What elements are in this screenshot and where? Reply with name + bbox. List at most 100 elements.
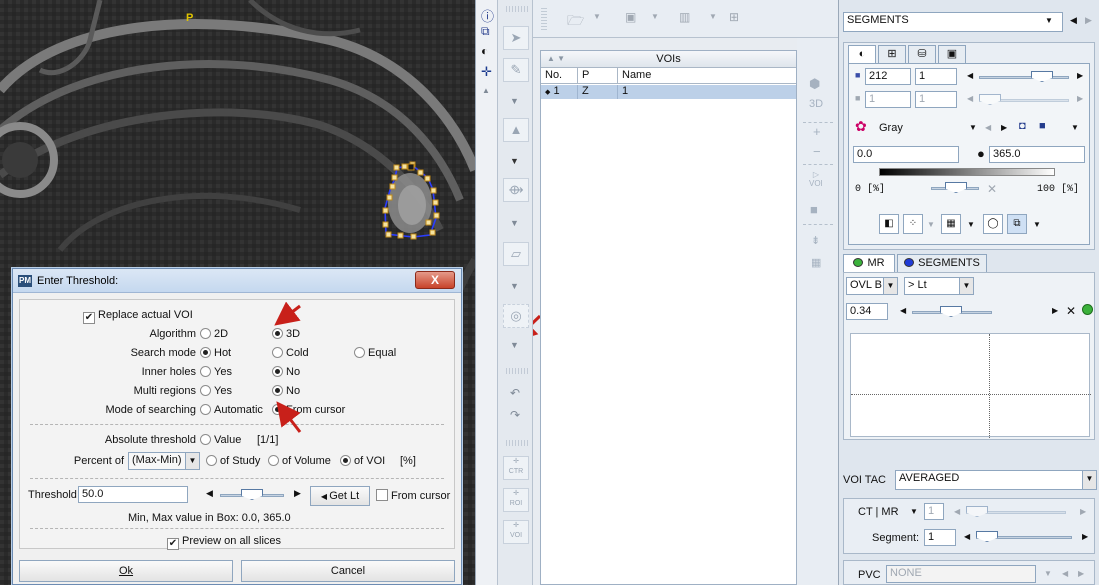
slider-right-arrow-icon[interactable]: ▶ bbox=[1082, 532, 1088, 541]
chevron-down-icon[interactable]: ▼ bbox=[510, 218, 519, 228]
chevron-down-icon[interactable]: ▼ bbox=[1033, 220, 1041, 229]
chevron-down-icon[interactable]: ▼ bbox=[593, 12, 601, 21]
chevron-down-icon[interactable]: ▼ bbox=[510, 340, 519, 350]
colormap-edit-icon[interactable]: ◘ bbox=[1019, 120, 1026, 132]
iso-contour-icon[interactable]: ◎ bbox=[503, 304, 529, 328]
ctmr-input[interactable]: 1 bbox=[924, 503, 944, 520]
tab-segments[interactable]: SEGMENTS bbox=[897, 254, 987, 272]
collapse-icon[interactable]: ▲ bbox=[482, 86, 490, 95]
slider-left-arrow-icon[interactable]: ◀ bbox=[967, 94, 973, 103]
slider-thumb[interactable] bbox=[1031, 71, 1053, 82]
chevron-down-icon[interactable]: ▼ bbox=[709, 12, 717, 21]
next-arrow-icon[interactable]: ▶ bbox=[1001, 123, 1007, 132]
undo-icon[interactable]: ↶ bbox=[510, 386, 520, 400]
window-step-input[interactable]: 1 bbox=[915, 68, 957, 85]
next-arrow-icon[interactable]: ▶ bbox=[1078, 569, 1084, 578]
export-icon[interactable]: ⊞ bbox=[729, 10, 739, 24]
ovl-combo[interactable]: OVL B ▼ bbox=[846, 277, 898, 295]
window-slider[interactable] bbox=[979, 71, 1069, 83]
slider-left-arrow-icon[interactable]: ◀ bbox=[954, 507, 960, 516]
ctmr-label[interactable]: CT | MR bbox=[858, 506, 899, 518]
voi-shape-icon[interactable]: ⬢ bbox=[809, 76, 820, 92]
copy-icon[interactable]: ⧉ bbox=[1007, 214, 1027, 234]
window-value-input[interactable]: 212 bbox=[865, 68, 911, 85]
redo-icon[interactable]: ↷ bbox=[510, 408, 520, 422]
chevron-down-icon[interactable]: ▼ bbox=[927, 220, 935, 229]
ctmr-slider[interactable] bbox=[966, 506, 1066, 518]
chevron-down-icon[interactable]: ▼ bbox=[510, 156, 519, 166]
tab-contrast[interactable]: ◐ bbox=[848, 45, 876, 63]
tac-plot-area[interactable] bbox=[850, 333, 1091, 438]
segment-input[interactable]: 1 bbox=[924, 529, 956, 546]
chevron-down-icon[interactable]: ▼ bbox=[1071, 123, 1079, 132]
crosshair-icon[interactable]: ✛ bbox=[481, 64, 492, 80]
slider-right-arrow-icon[interactable]: ▶ bbox=[1077, 71, 1083, 80]
open-folder-icon[interactable]: 🗁 bbox=[567, 10, 584, 34]
box-icon[interactable]: ▱ bbox=[503, 242, 529, 266]
min-value-input[interactable]: 0.0 bbox=[853, 146, 959, 163]
grip-handle[interactable] bbox=[506, 368, 528, 374]
tab-save[interactable]: ▣ bbox=[938, 45, 966, 63]
level-step-input[interactable]: 1 bbox=[915, 91, 957, 108]
move-icon[interactable]: ⇟ bbox=[811, 234, 820, 247]
slider-right-arrow-icon[interactable]: ▶ bbox=[1077, 94, 1083, 103]
center-roi-icon[interactable]: ✛ ROI bbox=[503, 488, 529, 512]
range-slider[interactable] bbox=[931, 182, 979, 194]
table-row[interactable]: ◆ 1 Z 1 bbox=[541, 85, 796, 99]
slider-left-arrow-icon[interactable]: ◀ bbox=[900, 306, 906, 315]
lt-combo[interactable]: > Lt ▼ bbox=[904, 277, 974, 295]
chevron-down-icon[interactable]: ▼ bbox=[510, 96, 519, 106]
column-header-no[interactable]: No. bbox=[541, 68, 578, 84]
ovl-slider[interactable] bbox=[912, 306, 992, 318]
grip-handle[interactable] bbox=[541, 8, 547, 30]
column-header-name[interactable]: Name bbox=[618, 68, 798, 84]
colormap-save-icon[interactable]: ■ bbox=[1039, 120, 1046, 132]
slider-right-arrow-icon[interactable]: ▶ bbox=[1052, 306, 1058, 315]
ovl-value-input[interactable]: 0.34 bbox=[846, 303, 888, 320]
fill-icon[interactable]: ▲ bbox=[503, 118, 529, 142]
pin-icon[interactable]: ● bbox=[977, 146, 985, 161]
sort-icons[interactable]: ▲ ▼ bbox=[547, 51, 565, 67]
segments-combo[interactable]: SEGMENTS ▼ bbox=[843, 12, 1063, 32]
max-value-input[interactable]: 365.0 bbox=[989, 146, 1085, 163]
prev-arrow-icon[interactable]: ◀ bbox=[1062, 569, 1068, 578]
grid-icon[interactable]: ▦ bbox=[941, 214, 961, 234]
slider-left-arrow-icon[interactable]: ◀ bbox=[964, 532, 970, 541]
grip-handle[interactable] bbox=[506, 440, 528, 446]
display-mode-icon[interactable]: ◧ bbox=[879, 214, 899, 234]
voi-tac-combo[interactable]: AVERAGED ▼ bbox=[895, 470, 1097, 490]
column-header-p[interactable]: P bbox=[578, 68, 618, 84]
chevron-down-icon[interactable]: ▼ bbox=[967, 220, 975, 229]
contour-icon[interactable]: ⟴ bbox=[503, 178, 529, 202]
add-icon[interactable]: + bbox=[813, 124, 821, 139]
info-icon[interactable]: ⓘ bbox=[481, 6, 494, 25]
chevron-down-icon[interactable]: ▼ bbox=[510, 281, 519, 291]
chevron-down-icon[interactable]: ▼ bbox=[1044, 569, 1052, 578]
pointer-icon[interactable]: ➤ bbox=[503, 26, 529, 50]
colormap-label[interactable]: Gray bbox=[879, 122, 903, 134]
next-arrow-icon[interactable]: ▶ bbox=[1085, 15, 1092, 26]
level-slider[interactable] bbox=[979, 94, 1069, 106]
chevron-down-icon[interactable]: ▼ bbox=[910, 507, 918, 516]
stop-icon[interactable]: ■ bbox=[810, 202, 818, 217]
grip-handle[interactable] bbox=[506, 6, 528, 12]
tab-grid[interactable]: ⊞ bbox=[878, 45, 906, 63]
prev-arrow-icon[interactable]: ◀ bbox=[985, 123, 991, 132]
slider-thumb[interactable] bbox=[976, 531, 998, 542]
center-ctr-icon[interactable]: ✛ CTR bbox=[503, 456, 529, 480]
tab-mr[interactable]: MR bbox=[843, 254, 895, 272]
3d-label[interactable]: 3D bbox=[809, 98, 823, 110]
chevron-down-icon[interactable]: ▼ bbox=[651, 12, 659, 21]
slider-thumb[interactable] bbox=[979, 94, 1001, 105]
visibility-icon[interactable]: ◆ bbox=[545, 89, 550, 96]
slider-thumb[interactable] bbox=[966, 506, 988, 517]
circle-icon[interactable]: ◯ bbox=[983, 214, 1003, 234]
voi-properties-icon[interactable]: ▷ VOI bbox=[809, 170, 823, 188]
close-icon[interactable]: ✕ bbox=[1066, 304, 1076, 318]
close-icon[interactable]: ✕ bbox=[987, 182, 997, 196]
grayscale-bar[interactable] bbox=[879, 168, 1055, 176]
statistics-icon[interactable]: ▥ bbox=[679, 10, 690, 24]
slider-thumb[interactable] bbox=[940, 306, 962, 317]
draw-voi-icon[interactable]: ✎ bbox=[503, 58, 529, 82]
chevron-down-icon[interactable]: ▼ bbox=[969, 123, 977, 132]
